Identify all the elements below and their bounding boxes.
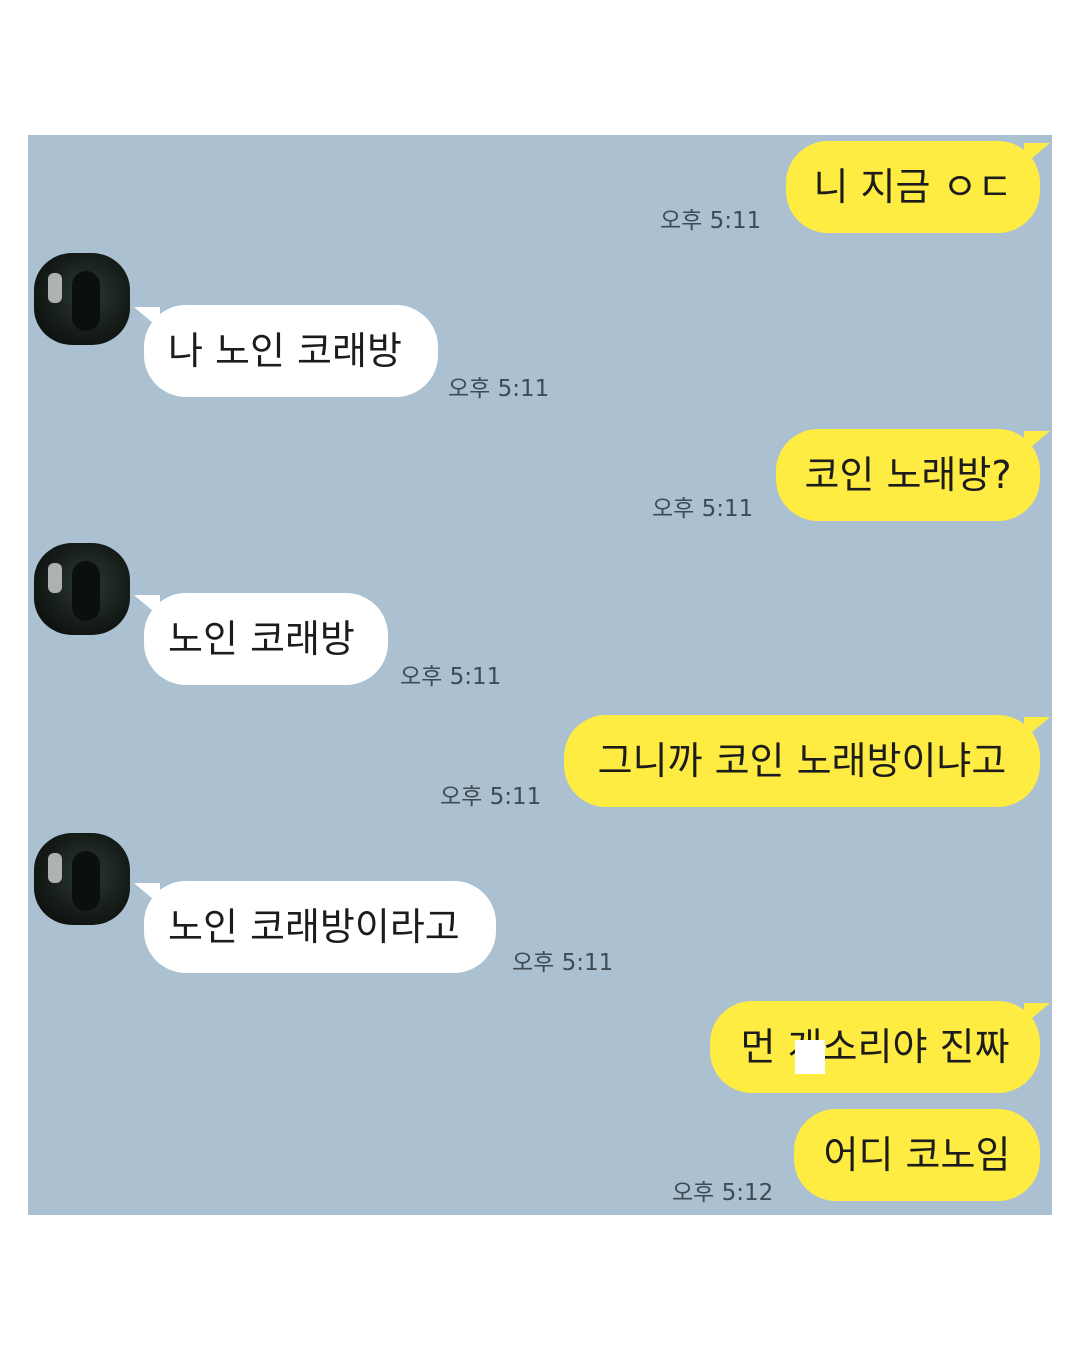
message-text: 그니까 코인 노래방이냐고	[597, 739, 1007, 783]
censor-patch	[795, 1040, 825, 1074]
bubble-tail	[1024, 1003, 1050, 1025]
my-message-bubble[interactable]: 어디 코노임	[794, 1109, 1040, 1201]
avatar-figure	[72, 851, 100, 911]
contact-avatar[interactable]	[34, 543, 130, 635]
their-message-bubble[interactable]: 나 노인 코래방	[134, 305, 438, 397]
bubble-tail	[134, 595, 160, 617]
avatar-highlight	[48, 273, 62, 303]
message-text: 먼 개소리야 진짜	[740, 1025, 1010, 1069]
message-time: 오후 5:11	[440, 784, 542, 810]
bubble-tail	[134, 883, 160, 905]
my-message-bubble[interactable]: 그니까 코인 노래방이냐고	[564, 715, 1050, 807]
message-time: 오후 5:11	[660, 208, 762, 234]
my-message-bubble[interactable]: 코인 노래방?	[776, 429, 1050, 521]
my-message-bubble[interactable]: 먼 개소리야 진짜	[710, 1001, 1050, 1093]
chat-room: 니 지금 ㅇㄷ 오후 5:11 나 노인 코래방 오후 5:11 코인 노래방?…	[28, 135, 1052, 1215]
bubble-tail	[1024, 431, 1050, 453]
message-time: 오후 5:12	[672, 1180, 774, 1206]
message-text: 노인 코래방이라고	[168, 905, 460, 949]
my-message-bubble[interactable]: 니 지금 ㅇㄷ	[786, 141, 1050, 233]
message-time: 오후 5:11	[448, 376, 550, 402]
message-time: 오후 5:11	[512, 950, 614, 976]
bubble-tail	[1024, 143, 1050, 165]
message-text: 어디 코노임	[823, 1133, 1011, 1177]
contact-avatar[interactable]	[34, 833, 130, 925]
their-message-bubble[interactable]: 노인 코래방	[134, 593, 388, 685]
message-time: 오후 5:11	[652, 496, 754, 522]
avatar-highlight	[48, 563, 62, 593]
their-message-bubble[interactable]: 노인 코래방이라고	[134, 881, 496, 973]
contact-avatar[interactable]	[34, 253, 130, 345]
avatar-figure	[72, 561, 100, 621]
bubble-tail	[1024, 717, 1050, 739]
message-time: 오후 5:11	[400, 664, 502, 690]
message-text: 나 노인 코래방	[168, 329, 402, 373]
message-text: 코인 노래방?	[804, 453, 1012, 497]
bubble-tail	[134, 307, 160, 329]
message-text: 노인 코래방	[168, 617, 355, 661]
message-text: 니 지금 ㅇㄷ	[813, 165, 1013, 209]
avatar-highlight	[48, 853, 62, 883]
avatar-figure	[72, 271, 100, 331]
